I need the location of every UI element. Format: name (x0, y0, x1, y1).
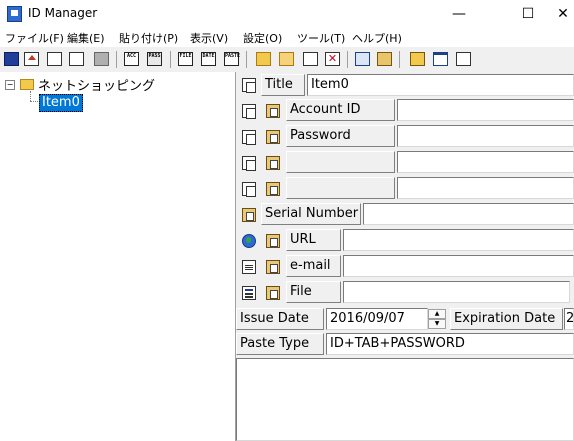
paste-custom2-icon[interactable] (266, 182, 280, 196)
globe-icon[interactable] (242, 234, 256, 248)
xml-export-icon[interactable] (47, 52, 62, 66)
menu-paste[interactable]: 貼り付け(P) (119, 30, 178, 46)
toolbar-separator (170, 51, 171, 68)
paste-password-icon[interactable] (266, 130, 280, 144)
printer-icon[interactable] (94, 52, 109, 66)
account-id-input[interactable] (397, 99, 574, 121)
edit-window-icon[interactable] (433, 52, 448, 66)
paste-url-icon[interactable] (266, 234, 280, 248)
issue-date-spinner[interactable]: ▲ ▼ (428, 309, 446, 329)
html-export-icon[interactable] (69, 52, 84, 66)
copy-custom2-icon[interactable] (242, 182, 256, 197)
file-icon[interactable] (242, 286, 256, 300)
account-id-label[interactable]: Account ID (286, 99, 395, 121)
ftp-upload-icon[interactable] (24, 52, 39, 66)
tree-root-label[interactable]: ネットショッピング (38, 75, 155, 94)
save-icon[interactable] (4, 52, 19, 66)
email-input[interactable] (343, 255, 574, 277)
menu-tools[interactable]: ツール(T) (297, 30, 345, 46)
copy-title-icon[interactable] (242, 78, 256, 93)
file-input[interactable] (343, 281, 570, 303)
memo-textarea[interactable] (236, 358, 574, 441)
title-input[interactable]: Item0 (307, 74, 574, 96)
tree-item-selected[interactable]: Item0 (39, 94, 83, 112)
title-label-button[interactable]: Title (261, 74, 305, 96)
paste-account-icon[interactable] (266, 104, 280, 118)
tree-view: − ネットショッピング Item0 (0, 72, 236, 441)
title-bar: ID Manager — ☐ ✕ (0, 0, 574, 28)
paste-serial-icon[interactable] (242, 208, 256, 222)
gear-icon[interactable] (377, 52, 392, 66)
custom2-label[interactable] (286, 177, 395, 199)
toolbar-separator (116, 51, 117, 68)
copy-account-button[interactable]: ACC (124, 52, 139, 66)
url-label[interactable]: URL (286, 229, 341, 251)
spin-up-icon[interactable]: ▲ (428, 309, 446, 319)
maximize-button[interactable]: ☐ (505, 0, 551, 28)
paste-custom1-icon[interactable] (266, 156, 280, 170)
toolbar: ACC PASS FILE DATE PASTE ✕ (0, 47, 574, 73)
custom1-input[interactable] (397, 151, 574, 173)
toolbar-separator (399, 51, 400, 68)
serial-number-label[interactable]: Serial Number (261, 203, 361, 225)
paste-file-icon[interactable] (266, 286, 280, 300)
minimize-button[interactable]: — (436, 0, 482, 28)
window-title: ID Manager (28, 6, 98, 20)
toolbar-separator (246, 51, 247, 68)
password-label[interactable]: Password (286, 125, 395, 147)
expiration-date-label: Expiration Date (450, 308, 563, 330)
menu-bar: ファイル(F) 編集(E) 貼り付け(P) 表示(V) 設定(O) ツール(T)… (0, 28, 574, 47)
paste-type-label: Paste Type (236, 333, 324, 355)
issue-date-label: Issue Date (236, 308, 324, 330)
mail-icon[interactable] (242, 260, 256, 274)
issue-date-input[interactable]: 2016/09/07 (326, 308, 428, 330)
copy-password-icon[interactable] (242, 130, 256, 145)
tree-connector (30, 101, 38, 102)
copy-file-button[interactable]: FILE (178, 52, 193, 66)
tree-collapse-toggle[interactable]: − (5, 80, 15, 90)
email-label[interactable]: e-mail (286, 255, 341, 277)
blank-page-icon[interactable] (303, 52, 318, 66)
copy-date-button[interactable]: DATE (201, 52, 216, 66)
password-input[interactable] (397, 125, 574, 147)
close-button[interactable]: ✕ (552, 0, 574, 28)
id-card-icon[interactable] (355, 52, 370, 66)
menu-file[interactable]: ファイル(F) (5, 30, 64, 46)
app-icon (7, 6, 22, 22)
menu-settings[interactable]: 設定(O) (243, 30, 282, 46)
paste-type-select[interactable]: ID+TAB+PASSWORD (326, 333, 574, 355)
copy-account-icon[interactable] (242, 104, 256, 119)
tree-connector (30, 91, 31, 101)
paste-email-icon[interactable] (266, 260, 280, 274)
lock-icon[interactable] (410, 52, 425, 66)
url-input[interactable] (343, 229, 574, 251)
file-label[interactable]: File (286, 281, 341, 303)
menu-view[interactable]: 表示(V) (190, 30, 228, 46)
new-item-icon[interactable] (279, 52, 294, 66)
menu-edit[interactable]: 編集(E) (67, 30, 105, 46)
custom1-label[interactable] (286, 151, 395, 173)
serial-number-input[interactable] (363, 203, 574, 225)
copy-password-button[interactable]: PASS (147, 52, 162, 66)
delete-icon[interactable]: ✕ (325, 52, 340, 66)
folder-icon (20, 79, 34, 90)
toolbar-separator (347, 51, 348, 68)
copy-custom1-icon[interactable] (242, 156, 256, 171)
expiration-date-input[interactable]: 2 (564, 308, 574, 330)
menu-help[interactable]: ヘルプ(H) (352, 30, 402, 46)
paste-button[interactable]: PASTE (224, 52, 240, 66)
new-folder-icon[interactable] (256, 52, 271, 66)
custom2-input[interactable] (397, 177, 574, 199)
password-generator-icon[interactable] (456, 52, 471, 66)
spin-down-icon[interactable]: ▼ (428, 319, 446, 329)
